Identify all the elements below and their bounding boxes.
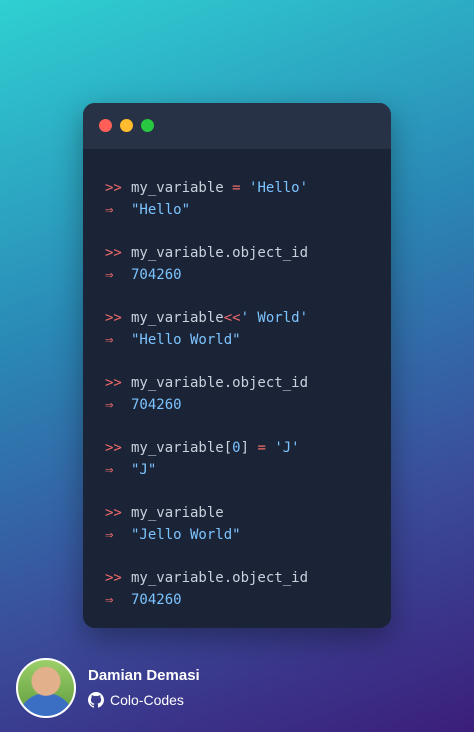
prompt-symbol: >> xyxy=(105,310,122,326)
code-entry: >> my_variable.object_id ⇒ 704260 xyxy=(105,372,381,416)
result-value: 704260 xyxy=(131,397,182,413)
result-value: "Jello World" xyxy=(131,527,241,543)
input-line: >> my_variable.object_id xyxy=(105,372,381,394)
code-token: << xyxy=(223,310,241,326)
result-arrow-icon: ⇒ xyxy=(105,202,114,218)
github-icon xyxy=(88,692,104,708)
code-entry: >> my_variable.object_id ⇒ 704260 xyxy=(105,567,381,611)
prompt-symbol: >> xyxy=(105,375,122,391)
minimize-dot-icon xyxy=(120,119,133,132)
code-token: my_variable.object_id xyxy=(131,570,309,586)
result-arrow-icon: ⇒ xyxy=(105,397,114,413)
input-line: >> my_variable = 'Hello' xyxy=(105,177,381,199)
result-value: "Hello" xyxy=(131,202,191,218)
result-value: "Hello World" xyxy=(131,332,241,348)
prompt-symbol: >> xyxy=(105,245,122,261)
code-token: my_variable[ xyxy=(131,440,233,456)
result-value: 704260 xyxy=(131,267,182,283)
code-entry: >> my_variable[0] = 'J' ⇒ "J" xyxy=(105,437,381,481)
input-line: >> my_variable[0] = 'J' xyxy=(105,437,381,459)
input-line: >> my_variable.object_id xyxy=(105,567,381,589)
code-entry: >> my_variable = 'Hello' ⇒ "Hello" xyxy=(105,177,381,221)
code-token: my_variable xyxy=(131,180,233,196)
author-name: Damian Demasi xyxy=(88,667,200,684)
code-block: >> my_variable = 'Hello' ⇒ "Hello" >> my_vari… xyxy=(105,177,381,628)
author-handle-row: Colo-Codes xyxy=(88,692,184,708)
code-token: ' World' xyxy=(240,310,309,326)
code-token: 'Hello' xyxy=(249,180,309,196)
prompt-symbol: >> xyxy=(105,570,122,586)
result-arrow-icon: ⇒ xyxy=(105,332,114,348)
author-handle: Colo-Codes xyxy=(110,692,184,708)
input-line: >> my_variable << ' World' xyxy=(105,307,381,329)
output-line: ⇒ 704260 xyxy=(105,394,381,416)
avatar xyxy=(16,658,76,718)
input-line: >> my_variable.object_id xyxy=(105,242,381,264)
maximize-dot-icon xyxy=(141,119,154,132)
output-line: ⇒ "J" xyxy=(105,459,381,481)
prompt-symbol: >> xyxy=(105,180,122,196)
result-value: "J" xyxy=(131,462,157,478)
result-arrow-icon: ⇒ xyxy=(105,527,114,543)
code-token: ] xyxy=(240,440,258,456)
output-line: ⇒ "Hello World" xyxy=(105,329,381,351)
window-titlebar xyxy=(83,103,391,149)
code-entry: >> my_variable ⇒ "Jello World" xyxy=(105,502,381,546)
prompt-symbol: >> xyxy=(105,505,122,521)
code-window: >> my_variable = 'Hello' ⇒ "Hello" >> my_vari… xyxy=(83,103,391,628)
input-line: >> my_variable xyxy=(105,502,381,524)
result-arrow-icon: ⇒ xyxy=(105,462,114,478)
output-line: ⇒ "Hello" xyxy=(105,199,381,221)
code-token: my_variable xyxy=(131,505,224,521)
code-token: = xyxy=(257,440,266,456)
result-arrow-icon: ⇒ xyxy=(105,592,114,608)
close-dot-icon xyxy=(99,119,112,132)
result-arrow-icon: ⇒ xyxy=(105,267,114,283)
code-token: my_variable.object_id xyxy=(131,245,309,261)
code-token: = xyxy=(232,180,241,196)
code-token: 'J' xyxy=(274,440,300,456)
code-token: 0 xyxy=(232,440,241,456)
result-value: 704260 xyxy=(131,592,182,608)
output-line: ⇒ 704260 xyxy=(105,264,381,286)
code-entry: >> my_variable << ' World' ⇒ "Hello World" xyxy=(105,307,381,351)
output-line: ⇒ "Jello World" xyxy=(105,524,381,546)
code-token: my_variable.object_id xyxy=(131,375,309,391)
code-entry: >> my_variable.object_id ⇒ 704260 xyxy=(105,242,381,286)
output-line: ⇒ 704260 xyxy=(105,589,381,611)
author-card: Damian Demasi Colo-Codes xyxy=(16,658,456,718)
code-token: my_variable xyxy=(131,310,224,326)
prompt-symbol: >> xyxy=(105,440,122,456)
